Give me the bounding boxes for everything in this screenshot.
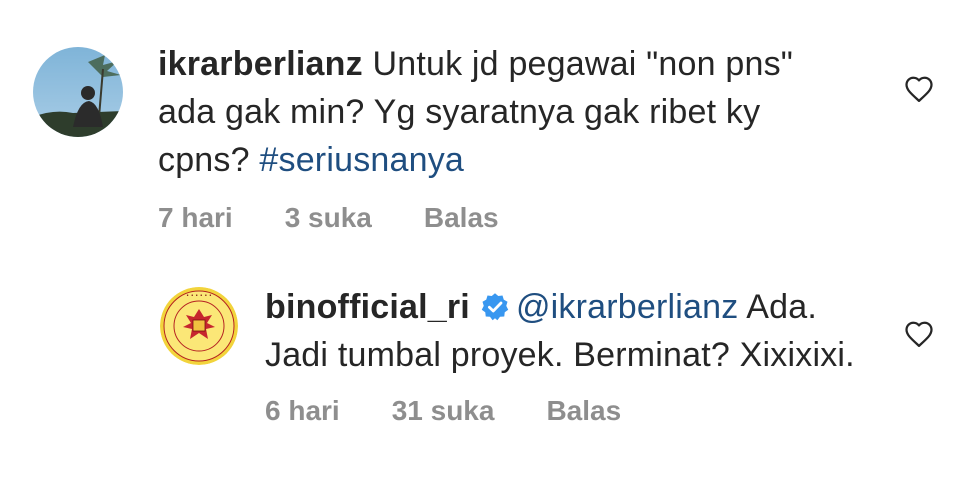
- comment-text: binofficial_ri @ikrarberlianz Ada. Jadi …: [265, 283, 885, 379]
- svg-text:• • • • • •: • • • • • •: [186, 293, 212, 299]
- avatar[interactable]: [33, 47, 123, 137]
- username[interactable]: ikrarberlianz: [158, 45, 363, 83]
- username[interactable]: binofficial_ri: [265, 288, 470, 326]
- reply-item: • • • • • • binofficial_ri @ikrarberlian…: [0, 250, 975, 488]
- avatar[interactable]: • • • • • •: [160, 287, 238, 365]
- hashtag-link[interactable]: #seriusnanya: [259, 141, 464, 179]
- comment-time: 7 hari: [158, 202, 233, 233]
- comment-time: 6 hari: [265, 395, 340, 426]
- comment-meta: 7 hari 3 suka Balas: [158, 202, 858, 234]
- comment-body: binofficial_ri @ikrarberlianz Ada. Jadi …: [265, 283, 885, 427]
- avatar-photo: [33, 47, 123, 137]
- verified-badge-icon: [481, 293, 509, 321]
- reply-button[interactable]: Balas: [424, 202, 499, 234]
- like-count[interactable]: 3 suka: [285, 202, 372, 234]
- comment-body: ikrarberlianz Untuk jd pegawai "non pns"…: [158, 40, 858, 234]
- comment-text: ikrarberlianz Untuk jd pegawai "non pns"…: [158, 40, 858, 184]
- comment-meta: 6 hari 31 suka Balas: [265, 395, 885, 427]
- heart-icon[interactable]: [904, 320, 934, 348]
- bin-logo-icon: • • • • • •: [160, 287, 238, 365]
- mention-link[interactable]: @ikrarberlianz: [516, 288, 739, 326]
- like-count[interactable]: 31 suka: [392, 395, 495, 427]
- reply-button[interactable]: Balas: [546, 395, 621, 427]
- comment-item: ikrarberlianz Untuk jd pegawai "non pns"…: [0, 0, 975, 250]
- heart-icon[interactable]: [904, 75, 934, 103]
